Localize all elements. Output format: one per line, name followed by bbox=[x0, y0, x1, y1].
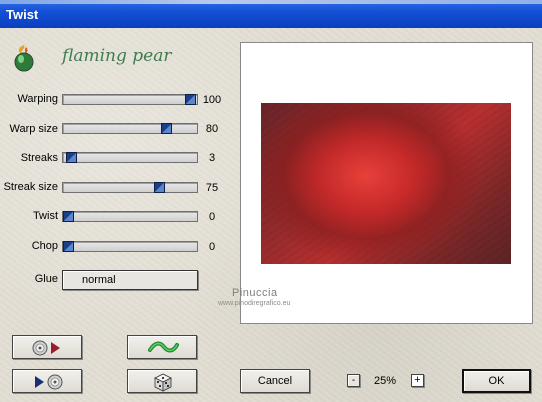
streak-size-slider[interactable] bbox=[62, 182, 198, 193]
warp-size-slider[interactable] bbox=[62, 123, 198, 134]
slider-value: 0 bbox=[208, 211, 216, 223]
load-preset-button[interactable] bbox=[12, 335, 82, 359]
dice-icon bbox=[154, 373, 172, 392]
zoom-out-button[interactable]: - bbox=[347, 374, 360, 387]
zoom-in-button[interactable]: + bbox=[411, 374, 424, 387]
slider-thumb[interactable] bbox=[161, 123, 172, 134]
randomize-button[interactable] bbox=[127, 335, 197, 359]
ok-button[interactable]: OK bbox=[462, 369, 531, 393]
slider-value: 80 bbox=[205, 123, 219, 135]
warping-slider[interactable] bbox=[62, 94, 198, 105]
twist-slider[interactable] bbox=[62, 211, 198, 222]
window-title: Twist bbox=[6, 7, 39, 22]
watermark-text: Pinuccia bbox=[232, 287, 278, 299]
zoom-level: 25% bbox=[374, 375, 397, 387]
slider-label: Chop bbox=[31, 240, 58, 252]
preview-image[interactable] bbox=[261, 103, 511, 264]
streaks-slider[interactable] bbox=[62, 152, 198, 163]
watermark-url: www.pinodiregrafico.eu bbox=[218, 300, 291, 307]
slider-label: Streaks bbox=[20, 152, 58, 164]
slider-thumb[interactable] bbox=[63, 211, 74, 222]
disc-play-icon bbox=[32, 340, 60, 356]
slider-value: 100 bbox=[202, 94, 222, 106]
slider-thumb[interactable] bbox=[185, 94, 196, 105]
chop-slider[interactable] bbox=[62, 241, 198, 252]
slider-label: Twist bbox=[32, 210, 58, 222]
brand-name: flaming pear bbox=[62, 46, 172, 66]
flaming-pear-logo-icon bbox=[14, 45, 34, 72]
slider-thumb[interactable] bbox=[66, 152, 77, 163]
save-preset-button[interactable] bbox=[12, 369, 82, 393]
slider-value: 3 bbox=[208, 152, 216, 164]
cancel-button[interactable]: Cancel bbox=[240, 369, 310, 393]
title-bar-top-strip bbox=[0, 0, 542, 4]
glue-dropdown[interactable]: normal bbox=[62, 270, 198, 290]
slider-value: 75 bbox=[205, 182, 219, 194]
slider-value: 0 bbox=[208, 241, 216, 253]
play-disc-icon bbox=[35, 374, 63, 390]
wave-icon bbox=[148, 341, 179, 353]
glue-value: normal bbox=[82, 274, 116, 286]
glue-label: Glue bbox=[34, 273, 58, 285]
slider-thumb[interactable] bbox=[63, 241, 74, 252]
slider-label: Streak size bbox=[3, 181, 58, 193]
dice-button[interactable] bbox=[127, 369, 197, 393]
slider-label: Warping bbox=[17, 93, 58, 105]
slider-label: Warp size bbox=[9, 123, 59, 135]
slider-thumb[interactable] bbox=[154, 182, 165, 193]
title-bar: Twist bbox=[0, 0, 542, 28]
